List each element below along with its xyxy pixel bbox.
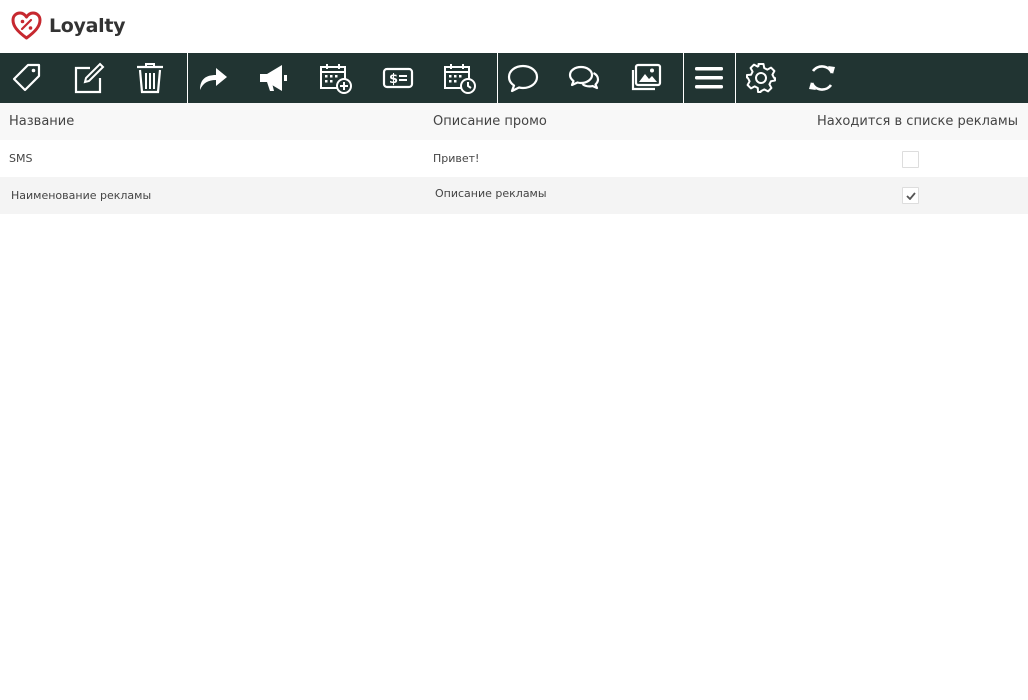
- chat-bubbles-icon: [568, 65, 600, 90]
- images-button[interactable]: [615, 53, 677, 103]
- calendar-add-icon: [320, 64, 352, 94]
- promo-button[interactable]: [243, 53, 305, 103]
- checkmark-icon: [905, 191, 916, 200]
- ads-table: Название Описание промо Находится в спис…: [0, 103, 1028, 214]
- tag-button[interactable]: [0, 53, 58, 103]
- schedule-add-button[interactable]: [305, 53, 367, 103]
- schedule-time-button[interactable]: [429, 53, 491, 103]
- menu-icon: [695, 67, 723, 89]
- tag-icon: [12, 63, 41, 92]
- row-name: SMS: [9, 152, 33, 165]
- delete-button[interactable]: [119, 53, 181, 103]
- toolbar: $: [0, 53, 1028, 103]
- images-icon: [631, 63, 662, 91]
- column-header-name[interactable]: Название: [9, 114, 74, 129]
- column-header-description[interactable]: Описание промо: [433, 114, 547, 129]
- share-button[interactable]: [182, 53, 244, 103]
- trash-icon: [137, 63, 163, 94]
- row-description: Описание рекламы: [435, 187, 547, 200]
- calendar-clock-icon: [444, 64, 476, 94]
- money-icon: $: [382, 67, 414, 89]
- refresh-button[interactable]: [791, 53, 853, 103]
- row-name: Наименование рекламы: [11, 189, 152, 202]
- share-arrow-icon: [200, 68, 227, 90]
- app-header: Loyalty: [0, 0, 1028, 53]
- table-header: Название Описание промо Находится в спис…: [0, 103, 1028, 140]
- table-row[interactable]: Наименование рекламы Описание рекламы: [0, 177, 1028, 214]
- in-ad-list-checkbox[interactable]: [902, 187, 919, 204]
- money-button[interactable]: $: [367, 53, 429, 103]
- table-row[interactable]: SMS Привет!: [0, 140, 1028, 177]
- edit-button[interactable]: [57, 53, 119, 103]
- svg-text:$: $: [389, 72, 398, 87]
- heart-percent-icon: [11, 11, 42, 40]
- column-header-in-ad-list[interactable]: Находится в списке рекламы: [817, 114, 1018, 129]
- chat-bubble-icon: [507, 64, 539, 93]
- settings-button[interactable]: [730, 53, 792, 103]
- row-description: Привет!: [433, 152, 480, 165]
- messages-button[interactable]: [553, 53, 615, 103]
- in-ad-list-checkbox[interactable]: [902, 151, 919, 168]
- app-title: Loyalty: [49, 15, 126, 37]
- message-button[interactable]: [492, 53, 554, 103]
- edit-icon: [74, 62, 105, 94]
- gear-icon: [746, 63, 776, 93]
- refresh-icon: [809, 65, 835, 91]
- megaphone-icon: [260, 65, 287, 91]
